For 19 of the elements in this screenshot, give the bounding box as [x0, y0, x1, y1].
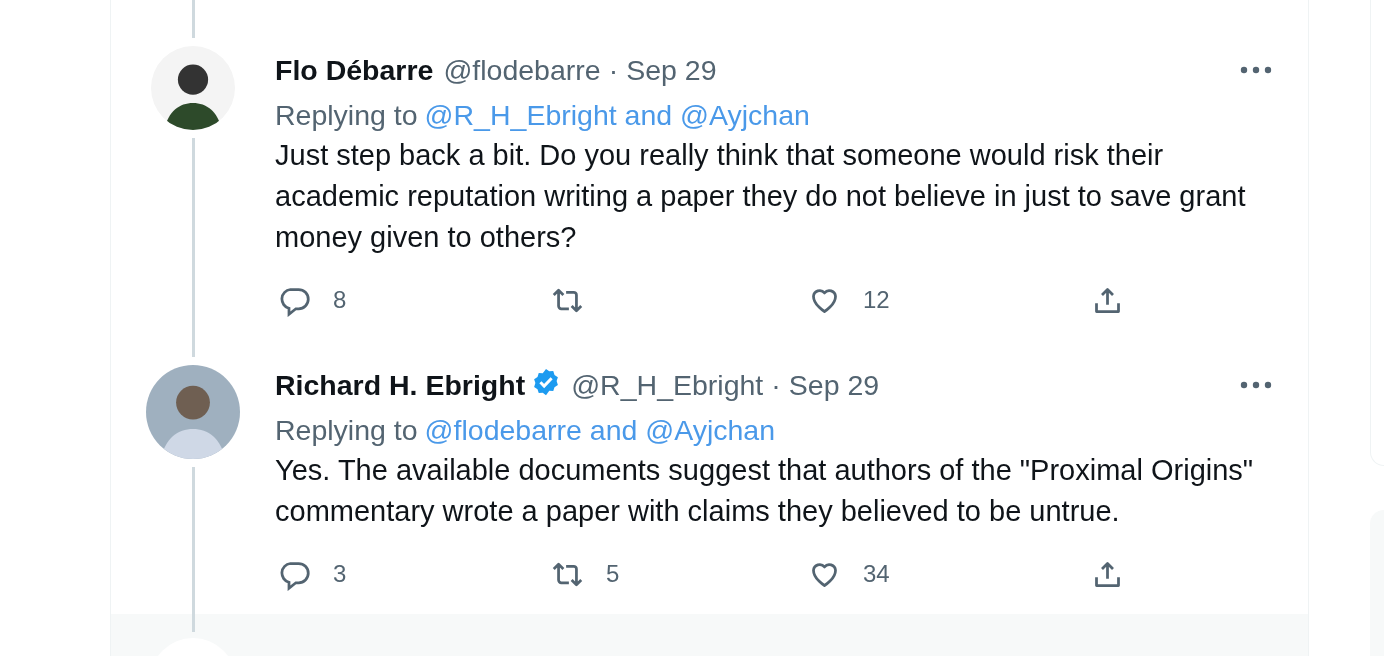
more-options-icon[interactable]	[1240, 381, 1272, 389]
replying-to-label: Replying to	[275, 99, 418, 131]
author-handle[interactable]: @R_H_Ebright	[571, 368, 764, 402]
replying-to-label: Replying to	[275, 414, 418, 446]
action-count: 8	[333, 286, 347, 314]
tweet-date[interactable]: Sep 29	[626, 53, 717, 87]
action-count: 34	[863, 560, 890, 588]
author-handle[interactable]: @flodebarre	[443, 53, 601, 87]
separator-dot: ·	[771, 368, 781, 402]
tweet-text: Just step back a bit. Do you really think that someone would risk their academic reputation writing a paper they do not believe in just to save grant money given to others?	[275, 138, 1247, 255]
author-name[interactable]: Richard H. Ebright	[275, 368, 526, 402]
action-count: 3	[333, 560, 347, 588]
separator-dot: ·	[608, 53, 619, 87]
more-options-icon[interactable]	[1240, 66, 1272, 74]
tweet-date[interactable]: Sep 29	[788, 368, 880, 402]
author-name[interactable]: Flo Débarre	[275, 53, 434, 87]
tweet-text: Yes. The available documents suggest that authors of the "Proximal Origins" commentary wrote a paper with claims they believed to be untrue.	[275, 453, 1255, 529]
action-count: 12	[863, 286, 890, 314]
action-count: 5	[606, 560, 620, 588]
